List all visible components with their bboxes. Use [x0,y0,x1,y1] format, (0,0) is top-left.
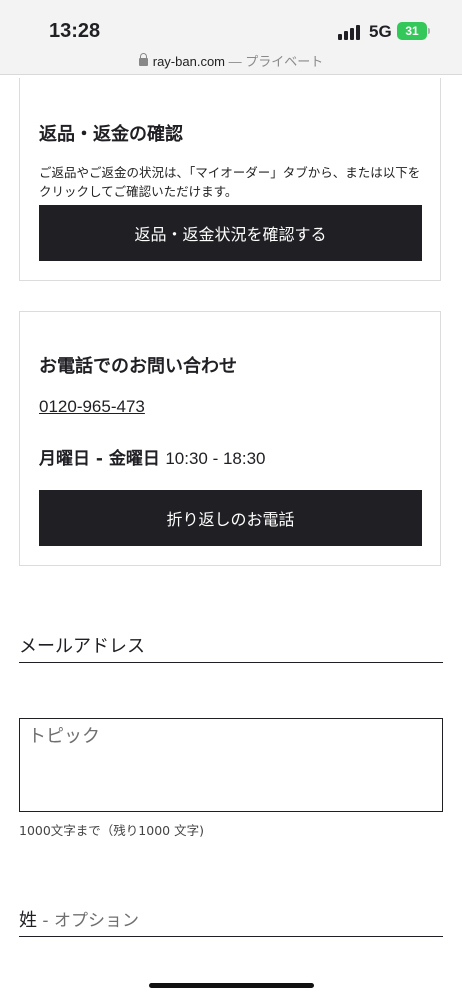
home-indicator[interactable] [149,983,314,988]
lock-icon [138,53,148,66]
email-field-label[interactable]: メールアドレス [19,632,145,658]
status-bar: 13:28 5G 31 ray-ban.com — プライベート [0,0,462,75]
battery-tip-icon [428,28,430,34]
surname-field-underline[interactable] [19,936,443,937]
url-bar[interactable]: ray-ban.com — プライベート [0,51,462,70]
private-mode-label: — プライベート [228,54,324,69]
network-type: 5G [369,22,392,41]
phone-link[interactable]: 0120-965-473 [39,397,145,417]
contact-title: お電話でのお問い合わせ [39,356,237,377]
surname-label-text: 姓 [19,910,37,931]
returns-card: 返品・返金の確認 ご返品やご返金の状況は、「マイオーダー」タブから、または以下を… [19,78,441,281]
status-time: 13:28 [49,20,101,42]
cellular-signal-icon [338,24,362,40]
returns-description: ご返品やご返金の状況は、「マイオーダー」タブから、または以下をクリックしてご確認… [39,165,421,199]
character-counter: 1000文字まで（残り1000 文字) [19,823,204,838]
hours-time: 10:30 - 18:30 [165,449,266,468]
url-domain: ray-ban.com [152,54,225,69]
optional-label: - オプション [37,911,139,931]
topic-placeholder: トピック [28,726,100,747]
contact-card: お電話でのお問い合わせ 0120-965-473 月曜日 - 金曜日 10:30… [19,311,441,566]
callback-button[interactable]: 折り返しのお電話 [39,490,422,546]
check-returns-button[interactable]: 返品・返金状況を確認する [39,205,422,261]
email-field-underline[interactable] [19,662,443,663]
surname-field-label[interactable]: 姓 - オプション [19,906,139,932]
hours-days: 月曜日 - 金曜日 [39,449,160,469]
battery-icon: 31 [397,22,427,40]
topic-textarea[interactable]: トピック [19,718,443,812]
business-hours: 月曜日 - 金曜日 10:30 - 18:30 [39,444,266,469]
returns-title: 返品・返金の確認 [39,124,183,145]
